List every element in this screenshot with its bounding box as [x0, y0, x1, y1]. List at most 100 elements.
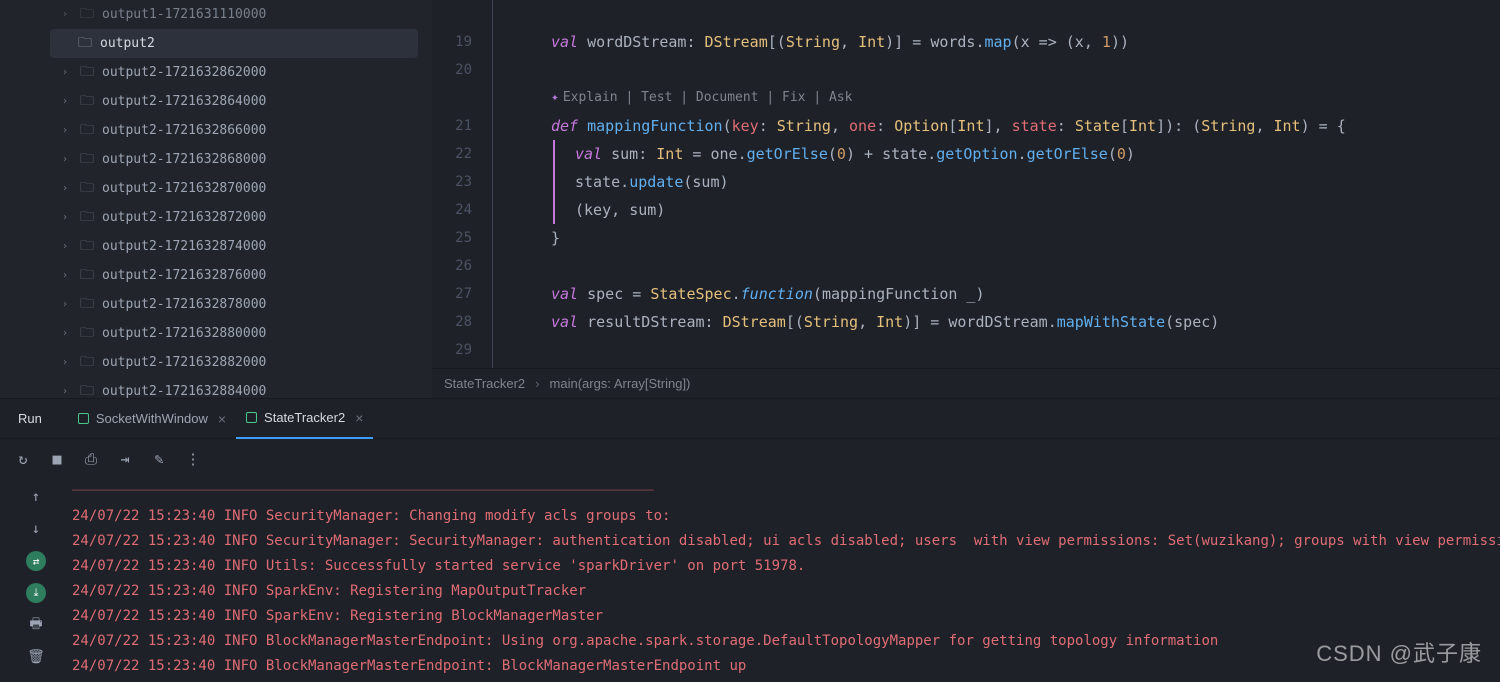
console-output[interactable]: ────────────────────────────────────────… — [72, 479, 1500, 682]
project-tree[interactable]: › 🗀 output1-1721631110000 🗀 output2 ›🗀ou… — [0, 0, 432, 398]
tree-item[interactable]: › 🗀 output2-1721632870000 — [0, 174, 432, 203]
print-icon[interactable]: 🖶 — [26, 615, 46, 635]
log-line: ────────────────────────────────────────… — [72, 479, 1500, 504]
chevron-right-icon: › — [62, 183, 76, 194]
code-body[interactable]: val wordDStream: DStream[(String, Int)] … — [492, 0, 1500, 368]
scroll-end-icon[interactable]: ⤓ — [26, 583, 46, 603]
run-tabs: Run SocketWithWindow × StateTracker2 × — [0, 399, 1500, 439]
console-gutter: ↑ ↓ ⇄ ⤓ 🖶 🗑 — [0, 479, 72, 682]
chevron-right-icon: › — [535, 376, 539, 391]
tree-item[interactable]: › 🗀 output2-1721632868000 — [0, 145, 432, 174]
soft-wrap-icon[interactable]: ⇄ — [26, 551, 46, 571]
tree-item-selected[interactable]: 🗀 output2 — [50, 29, 418, 58]
sparkle-icon: ✦ — [551, 90, 559, 105]
chevron-right-icon: › — [62, 328, 76, 339]
tree-item[interactable]: › 🗀 output2-1721632876000 — [0, 261, 432, 290]
chevron-right-icon: › — [62, 154, 76, 165]
rerun-icon[interactable]: ↻ — [14, 450, 32, 468]
edit-icon[interactable]: ✎ — [150, 450, 168, 468]
run-tab-active[interactable]: StateTracker2 × — [236, 399, 373, 439]
folder-icon: 🗀 — [80, 293, 94, 317]
chevron-right-icon: › — [62, 386, 76, 397]
code-line: val wordDStream: DStream[(String, Int)] … — [493, 28, 1500, 56]
folder-icon: 🗀 — [80, 264, 94, 288]
chevron-right-icon: › — [62, 212, 76, 223]
chevron-right-icon: › — [62, 96, 76, 107]
code-line: resultDStream.cache() — [493, 364, 1500, 368]
folder-icon: 🗀 — [80, 351, 94, 375]
tree-item-label: output2-1721632876000 — [102, 268, 266, 283]
tree-item[interactable]: ›🗀output2-1721632874000 — [0, 232, 432, 261]
folder-icon: 🗀 — [80, 148, 94, 172]
log-line: 24/07/22 15:23:40 INFO SecurityManager: … — [72, 529, 1500, 554]
stop-icon[interactable]: ■ — [48, 450, 66, 468]
run-toolbar: ↻ ■ ⎙ ⇥ ✎ ⋮ — [0, 439, 1500, 479]
tree-item-label: output2-1721632866000 — [102, 123, 266, 138]
tree-item[interactable]: ›🗀output2-1721632864000 — [0, 87, 432, 116]
run-label: Run — [18, 411, 42, 426]
code-line: state.update(sum) — [553, 168, 1500, 196]
tree-item-label: output2-1721632878000 — [102, 297, 266, 312]
camera-icon[interactable]: ⎙ — [82, 450, 100, 468]
tree-item-label: output2-1721632870000 — [102, 181, 266, 196]
folder-icon: 🗀 — [80, 206, 94, 230]
log-line: 24/07/22 15:23:40 INFO BlockManagerMaste… — [72, 654, 1500, 679]
tree-item[interactable]: › 🗀 output2-1721632880000 — [0, 319, 432, 348]
tree-item-label: output2-1721632884000 — [102, 384, 266, 398]
editor[interactable]: 19 20 21 22 23 24 25 26 27 28 29 30 31 v… — [432, 0, 1500, 398]
tree-item[interactable]: › 🗀 output2-1721632862000 — [0, 58, 432, 87]
tree-item-label: output1-1721631110000 — [102, 7, 266, 22]
folder-icon: 🗀 — [80, 3, 94, 27]
code-line: val spec = StateSpec.function(mappingFun… — [493, 280, 1500, 308]
tree-item-label: output2-1721632874000 — [102, 239, 266, 254]
tree-item[interactable]: › 🗀 output2-1721632878000 — [0, 290, 432, 319]
log-line: 24/07/22 15:23:40 INFO SecurityManager: … — [72, 504, 1500, 529]
folder-icon: 🗀 — [80, 61, 94, 85]
run-config-icon — [246, 412, 257, 423]
tree-item-label: output2-1721632880000 — [102, 326, 266, 341]
tree-item-label: output2-1721632872000 — [102, 210, 266, 225]
chevron-right-icon: › — [62, 357, 76, 368]
close-icon[interactable]: × — [218, 411, 226, 427]
run-tab-label: StateTracker2 — [264, 410, 345, 425]
tree-item-label: output2-1721632882000 — [102, 355, 266, 370]
code-line: val sum: Int = one.getOrElse(0) + state.… — [553, 140, 1500, 168]
run-tab[interactable]: SocketWithWindow × — [68, 399, 236, 439]
tree-item[interactable]: › 🗀 output2-1721632884000 — [0, 377, 432, 398]
breadcrumb[interactable]: StateTracker2 › main(args: Array[String]… — [432, 368, 1500, 398]
up-arrow-icon[interactable]: ↑ — [26, 487, 46, 507]
tree-item[interactable]: › 🗀 output2-1721632866000 — [0, 116, 432, 145]
down-arrow-icon[interactable]: ↓ — [26, 519, 46, 539]
code-lens[interactable]: ✦Explain | Test | Document | Fix | Ask — [493, 84, 1500, 112]
folder-icon: 🗀 — [78, 32, 92, 56]
log-line: 24/07/22 15:23:40 INFO BlockManagerMaste… — [72, 629, 1500, 654]
code-line: val resultDStream: DStream[(String, Int)… — [493, 308, 1500, 336]
folder-icon: 🗀 — [80, 177, 94, 201]
folder-icon: 🗀 — [80, 380, 94, 399]
breadcrumb-item[interactable]: StateTracker2 — [444, 376, 525, 391]
tree-item[interactable]: › 🗀 output2-1721632872000 — [0, 203, 432, 232]
tree-item[interactable]: › 🗀 output2-1721632882000 — [0, 348, 432, 377]
tree-item-label: output2-1721632862000 — [102, 65, 266, 80]
folder-icon: 🗀 — [80, 322, 94, 346]
folder-icon: 🗀 — [80, 235, 94, 259]
code-line: } — [493, 224, 1500, 252]
exit-icon[interactable]: ⇥ — [116, 450, 134, 468]
tree-item[interactable]: › 🗀 output1-1721631110000 — [0, 0, 432, 29]
close-icon[interactable]: × — [355, 410, 363, 426]
tree-item-label: output2-1721632864000 — [102, 94, 266, 109]
run-config-icon — [78, 413, 89, 424]
trash-icon[interactable]: 🗑 — [26, 647, 46, 667]
log-line: 24/07/22 15:23:40 INFO SparkEnv: Registe… — [72, 579, 1500, 604]
code-line: (key, sum) — [553, 196, 1500, 224]
chevron-right-icon: › — [62, 67, 76, 78]
chevron-right-icon: › — [62, 270, 76, 281]
more-icon[interactable]: ⋮ — [184, 450, 202, 468]
log-line: 24/07/22 15:23:40 INFO SparkEnv: Registe… — [72, 604, 1500, 629]
tree-item-label: output2-1721632868000 — [102, 152, 266, 167]
breadcrumb-item[interactable]: main(args: Array[String]) — [550, 376, 691, 391]
folder-icon: 🗀 — [80, 119, 94, 143]
chevron-right-icon: › — [62, 125, 76, 136]
chevron-right-icon: › — [62, 9, 76, 20]
chevron-right-icon: › — [62, 299, 76, 310]
